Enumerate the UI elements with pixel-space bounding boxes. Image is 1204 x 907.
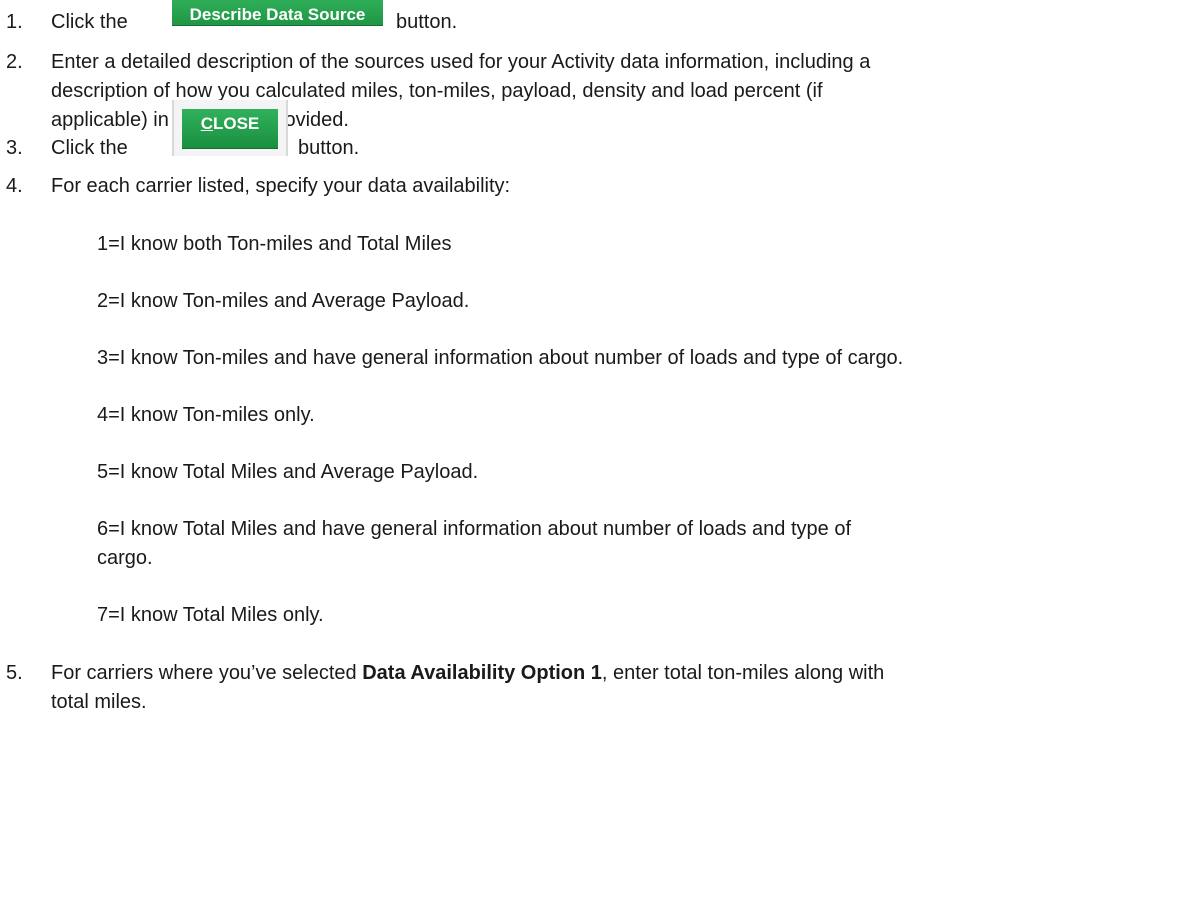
- step-3-suffix: button.: [298, 137, 360, 159]
- step-5-post: , enter total ton-miles along with: [601, 662, 885, 684]
- step-5-line-1: For carriers where you’ve selected Data …: [51, 661, 884, 685]
- step-2-line-1: Enter a detailed description of the sour…: [51, 51, 871, 73]
- step-1-prefix: Click the: [51, 11, 128, 33]
- step-5-bold: Data Availability Option 1: [362, 662, 602, 684]
- close-button-hotkey: C: [200, 114, 213, 133]
- step-4-number: 4.: [6, 175, 23, 197]
- option-7: 7=I know Total Miles only.: [97, 604, 324, 626]
- step-5-line-2: total miles.: [51, 691, 147, 713]
- option-6: 6=I know Total Miles and have general in…: [97, 518, 851, 540]
- option-1: 1=I know both Ton-miles and Total Miles: [97, 233, 452, 255]
- step-3-prefix: Click the: [51, 137, 128, 159]
- step-5-pre: For carriers where you’ve selected: [51, 662, 363, 684]
- close-button-frame: C LOSE: [172, 100, 288, 156]
- step-1-suffix: button.: [396, 11, 458, 33]
- close-button[interactable]: C LOSE: [182, 109, 278, 149]
- step-2-line-2: description of how you calculated miles,…: [51, 80, 823, 102]
- step-3-number: 3.: [6, 137, 23, 159]
- step-2-number: 2.: [6, 51, 23, 73]
- step-4-text: For each carrier listed, specify your da…: [51, 175, 511, 197]
- step-5-number: 5.: [6, 662, 23, 684]
- step-1-number: 1.: [6, 11, 23, 33]
- option-4: 4=I know Ton-miles only.: [97, 404, 315, 426]
- close-button-label: LOSE: [212, 114, 260, 133]
- option-3: 3=I know Ton-miles and have general info…: [97, 347, 904, 369]
- option-5: 5=I know Total Miles and Average Payload…: [97, 461, 479, 483]
- describe-data-source-label: Describe Data Source: [189, 5, 366, 24]
- describe-data-source-button[interactable]: Describe Data Source: [172, 0, 383, 26]
- step-1: 1. Click the Describe Data Source button…: [0, 0, 1204, 36]
- option-6-continued: cargo.: [97, 547, 153, 569]
- option-2: 2=I know Ton-miles and Average Payload.: [97, 290, 470, 312]
